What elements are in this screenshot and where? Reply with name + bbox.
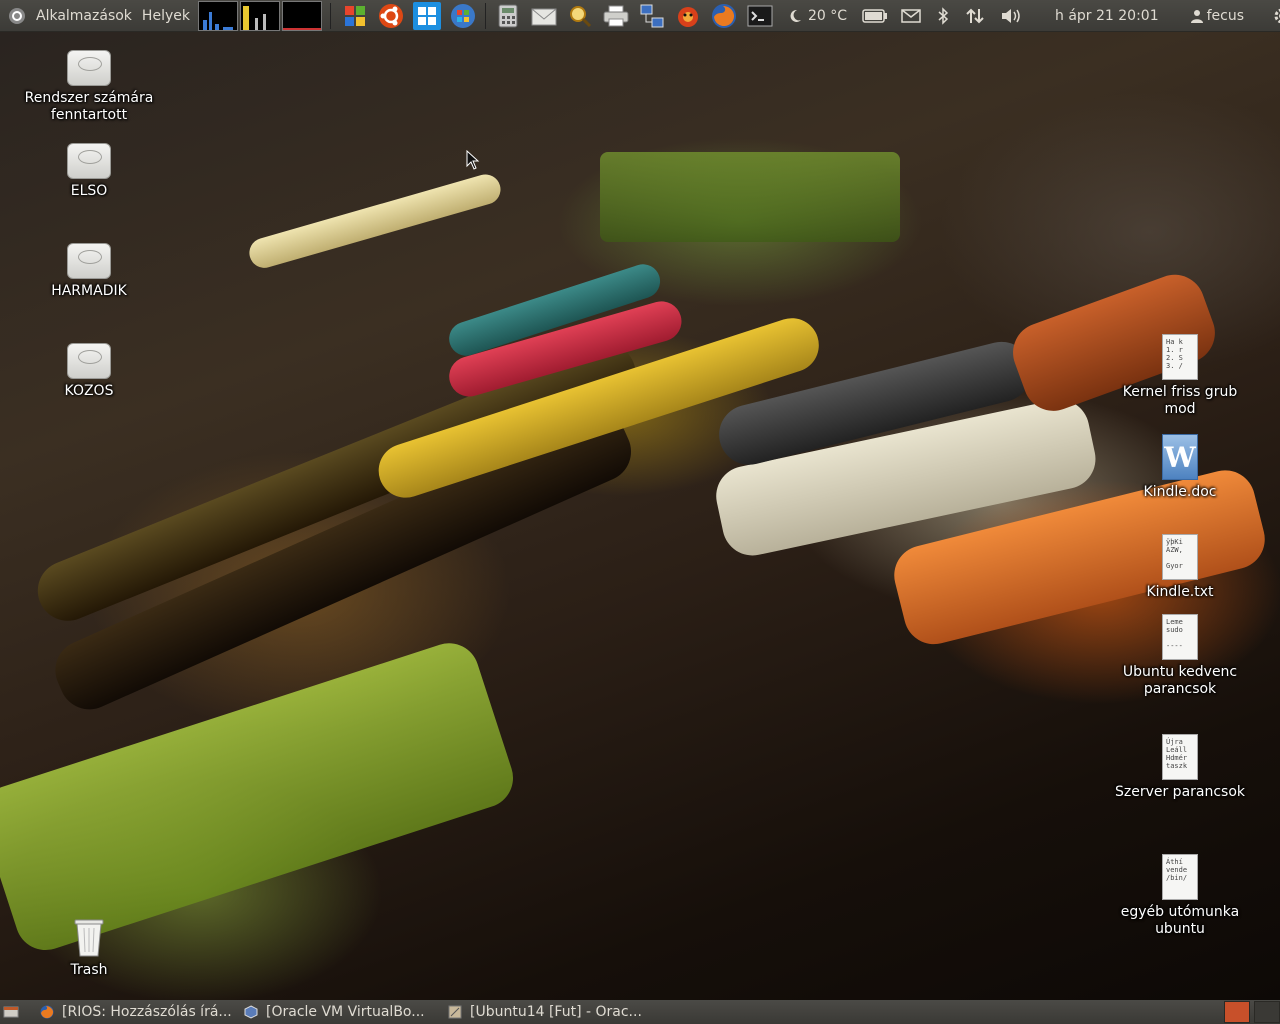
mouse-cursor-icon xyxy=(466,150,480,170)
desktop-icon-kindle-doc[interactable]: W Kindle.doc xyxy=(1110,434,1250,501)
word-document-icon: W xyxy=(1162,434,1198,480)
desktop-icon-system-reserved[interactable]: Rendszer számára fenntartott xyxy=(19,50,159,124)
desktop-icon-label: Rendszer számára fenntartott xyxy=(24,90,154,123)
windows-7-icon[interactable] xyxy=(449,2,477,30)
desktop-icon-trash[interactable]: Trash xyxy=(19,914,159,979)
game-icon[interactable] xyxy=(674,2,702,30)
weather-temperature[interactable]: 20 °C xyxy=(808,8,847,24)
taskbar-item-label: [Ubuntu14 [Fut] - Orac... xyxy=(470,1004,642,1020)
desktop-icon-label: Szerver parancsok xyxy=(1114,784,1246,800)
trash-icon xyxy=(74,919,104,957)
text-file-icon: Áthí vende /bin/ xyxy=(1162,854,1198,900)
firefox-icon[interactable] xyxy=(710,2,738,30)
drive-icon xyxy=(67,343,111,379)
desktop-icon-harmadik[interactable]: HARMADIK xyxy=(19,243,159,300)
windows-xp-icon[interactable] xyxy=(341,2,369,30)
network-transfer-icon[interactable] xyxy=(961,2,989,30)
ubuntu-icon[interactable] xyxy=(377,2,405,30)
drive-icon xyxy=(67,143,111,179)
settings-gear-icon[interactable] xyxy=(1268,2,1280,30)
magnifier-icon[interactable] xyxy=(566,2,594,30)
volume-icon[interactable] xyxy=(997,2,1025,30)
messaging-envelope-icon[interactable] xyxy=(897,2,925,30)
taskbar-item-label: [RIOS: Hozzászólás írá... xyxy=(62,1004,232,1020)
bottom-panel: [RIOS: Hozzászólás írá... [Oracle VM Vir… xyxy=(0,1000,1280,1024)
windows-8-icon[interactable] xyxy=(412,1,441,30)
desktop-icon-server-commands[interactable]: Újra Leáll Hdmér taszk Szerver parancsok xyxy=(1110,734,1250,801)
weather-moon-icon xyxy=(786,2,804,30)
desktop-icon-label: Kindle.doc xyxy=(1143,484,1217,500)
network-icon[interactable] xyxy=(638,2,666,30)
desktop-icon-label: Kindle.txt xyxy=(1146,584,1214,600)
desktop-icon-label: ELSO xyxy=(70,183,108,199)
desktop-icon-kindle-txt[interactable]: ÿþKi AZW, Gyor Kindle.txt xyxy=(1110,534,1250,601)
desktop-icon-label: HARMADIK xyxy=(51,283,127,299)
virtual-machine-icon xyxy=(448,1005,462,1019)
bluetooth-icon[interactable] xyxy=(933,2,953,30)
show-desktop-icon[interactable] xyxy=(0,1001,22,1023)
desktop-icon-kernel-grub[interactable]: Ha k 1. r 2. S 3. / Kernel friss grub mo… xyxy=(1110,334,1250,418)
desktop-icon-elso[interactable]: ELSO xyxy=(19,143,159,200)
drive-icon xyxy=(67,243,111,279)
desktop-icon-kozos[interactable]: KOZOS xyxy=(19,343,159,400)
desktop-icon-label: Ubuntu kedvenc parancsok xyxy=(1122,664,1238,697)
terminal-icon[interactable] xyxy=(746,2,774,30)
desktop-icon-post-install[interactable]: Áthí vende /bin/ egyéb utómunka ubuntu xyxy=(1110,854,1250,938)
virtualbox-icon xyxy=(244,1005,258,1019)
workspace-switcher-active[interactable] xyxy=(1224,1001,1250,1023)
taskbar-item-label: [Oracle VM VirtualBo... xyxy=(266,1004,425,1020)
desktop-icon-label: Trash xyxy=(70,962,108,978)
user-name[interactable]: fecus xyxy=(1207,8,1244,24)
text-file-icon: Leme sudo ---- xyxy=(1162,614,1198,660)
menu-places[interactable]: Helyek xyxy=(142,8,190,24)
text-file-icon: Újra Leáll Hdmér taszk xyxy=(1162,734,1198,780)
drive-icon xyxy=(67,50,111,86)
memory-monitor-graph[interactable] xyxy=(239,0,280,31)
clock[interactable]: h ápr 21 20:01 xyxy=(1055,8,1159,24)
text-file-icon: Ha k 1. r 2. S 3. / xyxy=(1162,334,1198,380)
network-monitor-graph[interactable] xyxy=(281,0,322,31)
taskbar-item-firefox[interactable]: [RIOS: Hozzászólás írá... xyxy=(34,1001,234,1023)
workspace-switcher[interactable] xyxy=(1254,1001,1280,1023)
cpu-monitor-graph[interactable] xyxy=(197,0,238,31)
calculator-icon[interactable] xyxy=(494,2,522,30)
text-file-icon: ÿþKi AZW, Gyor xyxy=(1162,534,1198,580)
printer-icon[interactable] xyxy=(602,2,630,30)
desktop-icon-label: egyéb utómunka ubuntu xyxy=(1120,904,1240,937)
ubuntu-logo-icon[interactable] xyxy=(6,2,28,30)
user-icon xyxy=(1189,2,1205,30)
menu-applications[interactable]: Alkalmazások xyxy=(36,8,132,24)
desktop-icon-label: Kernel friss grub mod xyxy=(1122,384,1238,417)
taskbar-item-virtualbox-manager[interactable]: [Oracle VM VirtualBo... xyxy=(238,1001,438,1023)
top-panel: Alkalmazások Helyek 20 °C h ápr 21 20:01… xyxy=(0,0,1280,32)
firefox-icon xyxy=(40,1005,54,1019)
battery-icon[interactable] xyxy=(861,2,889,30)
mail-icon[interactable] xyxy=(530,2,558,30)
desktop-icon-ubuntu-commands[interactable]: Leme sudo ---- Ubuntu kedvenc parancsok xyxy=(1110,614,1250,698)
desktop-icon-label: KOZOS xyxy=(64,383,114,399)
desktop-wallpaper xyxy=(0,32,1280,1000)
taskbar-item-virtualbox-vm[interactable]: [Ubuntu14 [Fut] - Orac... xyxy=(442,1001,642,1023)
